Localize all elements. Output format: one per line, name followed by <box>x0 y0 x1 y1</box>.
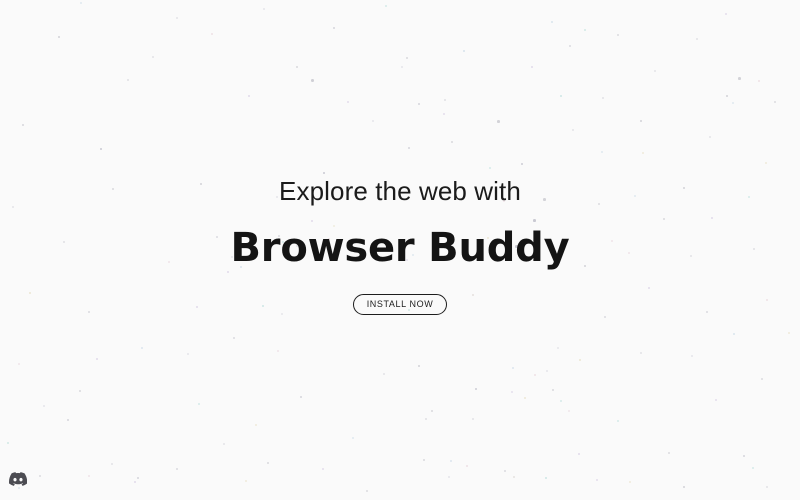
hero-section: Explore the web with Browser Buddy INSTA… <box>0 0 800 500</box>
landing-page: Explore the web with Browser Buddy INSTA… <box>0 0 800 500</box>
cta-container: INSTALL NOW <box>352 293 448 315</box>
discord-link[interactable] <box>9 470 27 488</box>
hero-subtitle: Explore the web with <box>279 176 521 207</box>
install-now-button[interactable]: INSTALL NOW <box>352 293 448 315</box>
page-title: Browser Buddy <box>230 224 570 271</box>
discord-icon <box>9 472 27 486</box>
